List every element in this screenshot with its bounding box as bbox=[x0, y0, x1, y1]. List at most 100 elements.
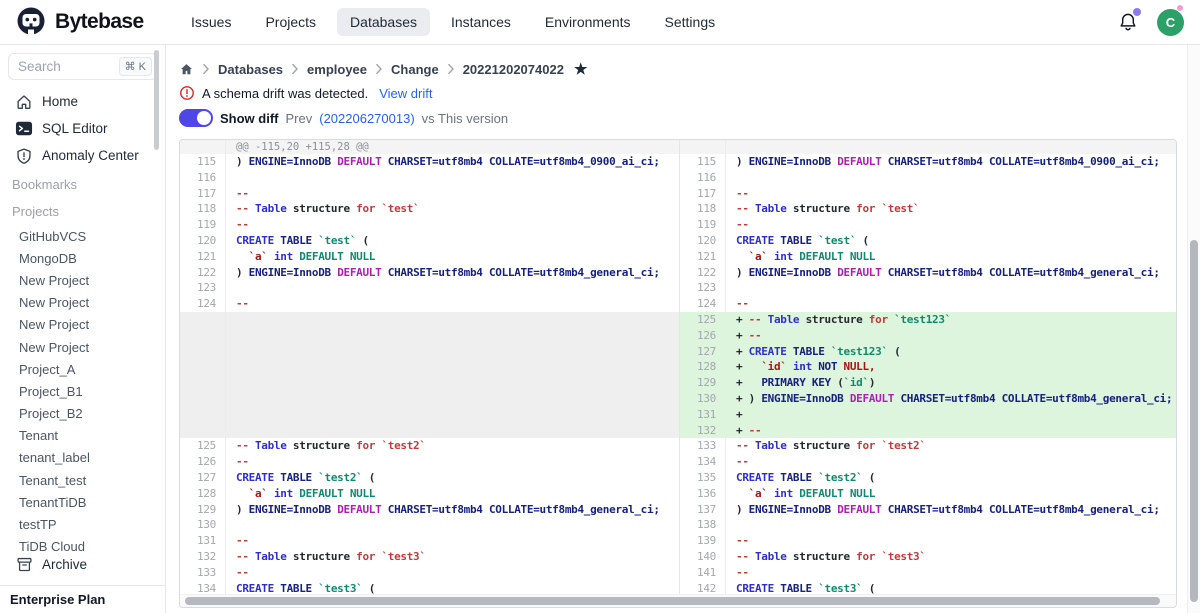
diff-line: 135CREATE TABLE `test2` ( bbox=[680, 470, 1177, 486]
sidebar-project-item[interactable]: testTP bbox=[0, 513, 165, 535]
sidebar-project-item[interactable]: New Project bbox=[0, 314, 165, 336]
line-number: 124 bbox=[680, 296, 726, 312]
code-text: -- bbox=[226, 565, 679, 581]
code-text: ) ENGINE=InnoDB DEFAULT CHARSET=utf8mb4 … bbox=[726, 154, 1177, 170]
page-scrollbar[interactable] bbox=[1187, 45, 1200, 613]
sidebar-scrollbar[interactable] bbox=[154, 50, 159, 150]
diff-placeholder-line bbox=[180, 407, 679, 423]
sidebar-project-item[interactable]: Project_A bbox=[0, 358, 165, 380]
code-text bbox=[226, 328, 679, 344]
warning-icon bbox=[179, 85, 195, 101]
scrollbar-thumb[interactable] bbox=[185, 597, 1160, 605]
sidebar-project-item[interactable]: Project_B2 bbox=[0, 403, 165, 425]
line-number: 130 bbox=[180, 517, 226, 533]
nav-item-settings[interactable]: Settings bbox=[652, 8, 729, 36]
code-text: -- Table structure for `test3` bbox=[726, 549, 1177, 565]
brand[interactable]: Bytebase bbox=[0, 5, 166, 39]
diff-line: 116 bbox=[180, 170, 679, 186]
line-number: 123 bbox=[180, 280, 226, 296]
code-text: -- bbox=[726, 296, 1177, 312]
code-text: -- bbox=[726, 533, 1177, 549]
line-number: 136 bbox=[680, 486, 726, 502]
line-number: 118 bbox=[180, 201, 226, 217]
bookmark-star-icon[interactable]: ★ bbox=[574, 60, 587, 78]
line-number: 130 bbox=[680, 391, 726, 407]
sidebar-item-archive[interactable]: Archive bbox=[0, 551, 165, 577]
line-number: 123 bbox=[680, 280, 726, 296]
prev-label: Prev bbox=[286, 111, 313, 126]
breadcrumb-item-employee[interactable]: employee bbox=[307, 62, 367, 77]
line-number: 139 bbox=[680, 533, 726, 549]
search-box[interactable]: ⌘ K bbox=[8, 53, 157, 80]
nav-item-issues[interactable]: Issues bbox=[178, 8, 244, 36]
sidebar-project-item[interactable]: New Project bbox=[0, 336, 165, 358]
sidebar-project-item[interactable]: MongoDB bbox=[0, 247, 165, 269]
sidebar-project-item[interactable]: Project_B1 bbox=[0, 380, 165, 402]
line-number: 125 bbox=[180, 438, 226, 454]
diff-line: 131+ bbox=[680, 407, 1177, 423]
sidebar-item-sql-editor[interactable]: SQL Editor bbox=[0, 115, 165, 142]
sidebar-project-item[interactable]: TenantTiDB bbox=[0, 491, 165, 513]
home-breadcrumb-icon[interactable] bbox=[179, 62, 194, 77]
line-number: 131 bbox=[680, 407, 726, 423]
sidebar-project-item[interactable]: tenant_label bbox=[0, 447, 165, 469]
search-input[interactable] bbox=[18, 59, 103, 74]
line-number: 117 bbox=[680, 186, 726, 202]
sidebar-project-item[interactable]: GitHubVCS bbox=[0, 225, 165, 247]
code-text: + ) ENGINE=InnoDB DEFAULT CHARSET=utf8mb… bbox=[726, 391, 1177, 407]
toggle-knob bbox=[197, 111, 211, 125]
sidebar-section-bookmarks: Bookmarks bbox=[0, 172, 165, 196]
search-shortcut-badge: ⌘ K bbox=[119, 57, 152, 76]
diff-horizontal-scrollbar[interactable] bbox=[180, 594, 1176, 607]
diff-line: 122) ENGINE=InnoDB DEFAULT CHARSET=utf8m… bbox=[180, 265, 679, 281]
breadcrumb-item-change[interactable]: Change bbox=[391, 62, 439, 77]
code-text: `a` int DEFAULT NULL bbox=[226, 249, 679, 265]
line-number bbox=[180, 359, 226, 375]
nav-item-databases[interactable]: Databases bbox=[337, 8, 430, 36]
nav-item-instances[interactable]: Instances bbox=[438, 8, 524, 36]
code-text: -- bbox=[726, 565, 1177, 581]
sidebar-project-item[interactable]: New Project bbox=[0, 292, 165, 314]
breadcrumb-item-databases[interactable]: Databases bbox=[218, 62, 283, 77]
sidebar-project-item[interactable]: Tenant bbox=[0, 425, 165, 447]
diff-line: 129) ENGINE=InnoDB DEFAULT CHARSET=utf8m… bbox=[180, 502, 679, 518]
schema-drift-alert: A schema drift was detected. View drift bbox=[179, 84, 432, 102]
line-number bbox=[180, 312, 226, 328]
diff-line: 127+ CREATE TABLE `test123` ( bbox=[680, 344, 1177, 360]
brand-name: Bytebase bbox=[55, 10, 144, 34]
line-number: 121 bbox=[680, 249, 726, 265]
code-text: + -- Table structure for `test123` bbox=[726, 312, 1177, 328]
diff-line: 117-- bbox=[680, 186, 1177, 202]
nav-item-environments[interactable]: Environments bbox=[532, 8, 644, 36]
line-number bbox=[180, 328, 226, 344]
diff-placeholder-line bbox=[180, 375, 679, 391]
line-number: 117 bbox=[180, 186, 226, 202]
code-text bbox=[226, 170, 679, 186]
line-number bbox=[180, 423, 226, 439]
view-drift-link[interactable]: View drift bbox=[379, 86, 432, 101]
prev-version-link[interactable]: (202206270013) bbox=[319, 111, 414, 126]
show-diff-toggle[interactable] bbox=[179, 109, 213, 127]
sidebar-item-home[interactable]: Home bbox=[0, 88, 165, 115]
sidebar-project-item[interactable]: Tenant_test bbox=[0, 469, 165, 491]
diff-line: 123 bbox=[180, 280, 679, 296]
diff-line: 119-- bbox=[680, 217, 1177, 233]
code-text: + PRIMARY KEY (`id`) bbox=[726, 375, 1177, 391]
diff-line: 128 `a` int DEFAULT NULL bbox=[180, 486, 679, 502]
sidebar-project-item[interactable]: New Project bbox=[0, 269, 165, 291]
main-nav: Issues Projects Databases Instances Environm… bbox=[178, 8, 728, 36]
line-number bbox=[180, 391, 226, 407]
code-text bbox=[226, 407, 679, 423]
diff-line: 131-- bbox=[180, 533, 679, 549]
sidebar-item-anomaly-center[interactable]: Anomaly Center bbox=[0, 142, 165, 169]
nav-item-projects[interactable]: Projects bbox=[252, 8, 329, 36]
avatar[interactable]: C bbox=[1157, 9, 1184, 36]
breadcrumb-item-version[interactable]: 20221202074022 bbox=[463, 62, 564, 77]
line-number: 120 bbox=[680, 233, 726, 249]
scrollbar-thumb[interactable] bbox=[1190, 240, 1198, 602]
diff-line: 117-- bbox=[180, 186, 679, 202]
line-number: 129 bbox=[680, 375, 726, 391]
code-text: `a` int DEFAULT NULL bbox=[226, 486, 679, 502]
notification-bell[interactable] bbox=[1117, 11, 1139, 33]
sidebar-menu: Home SQL Editor Anomaly Center bbox=[0, 88, 165, 169]
